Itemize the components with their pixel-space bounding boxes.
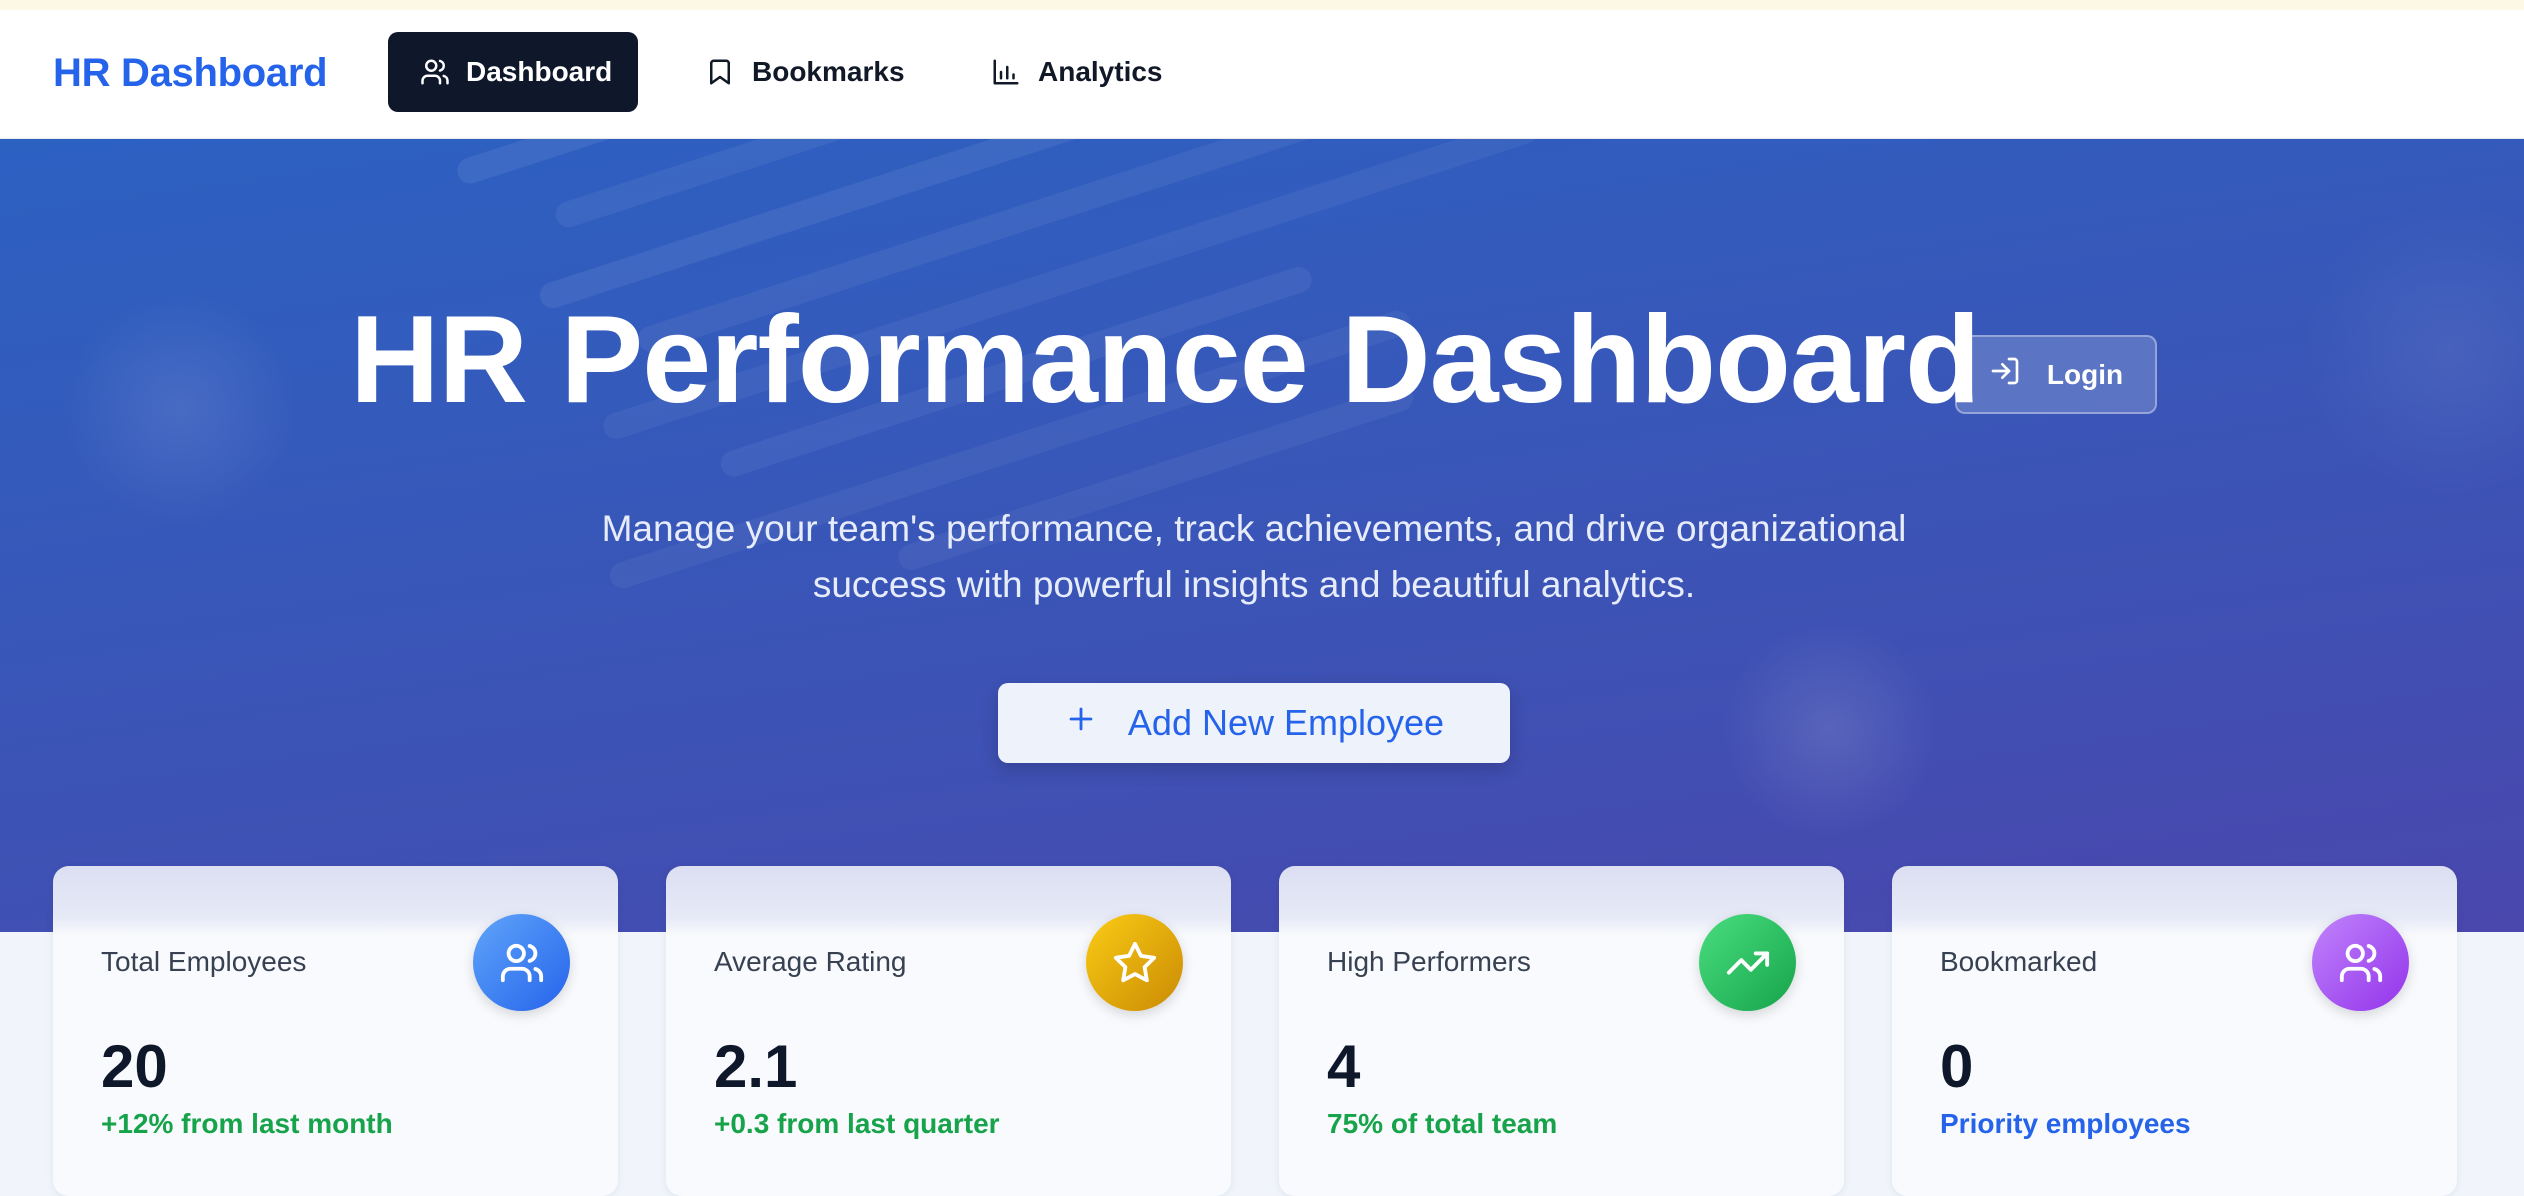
stat-label: Bookmarked [1940, 946, 2098, 977]
nav-dashboard-label: Dashboard [466, 56, 613, 87]
hero-subtitle: Manage your team's performance, track ac… [480, 501, 2028, 613]
plus-icon [1064, 702, 1098, 745]
login-label: Login [2046, 358, 2124, 390]
stat-card-high-performers: High Performers 4 75% of total team [1279, 866, 1844, 1196]
stat-label: Total Employees [101, 946, 307, 977]
add-employee-button[interactable]: Add New Employee [998, 683, 1510, 763]
stat-label: Average Rating [714, 946, 907, 977]
decorative-glow [60, 289, 300, 529]
hero-subtitle-line: Manage your team's performance, track ac… [601, 508, 1907, 549]
stat-card-bookmarked: Bookmarked 0 Priority employees [1892, 866, 2457, 1196]
stat-label: High Performers [1327, 946, 1531, 977]
stat-change: +0.3 from last quarter [714, 1108, 1000, 1139]
bookmark-icon [704, 56, 736, 88]
bar-chart-icon [990, 56, 1022, 88]
navbar: HR Dashboard Dashboard Bookmarks Analyti… [0, 10, 2524, 139]
stat-value: 20 [101, 1033, 168, 1100]
users-icon [420, 56, 450, 88]
nav-analytics-button[interactable]: Analytics [958, 32, 1195, 112]
stat-change: 75% of total team [1327, 1108, 1558, 1139]
add-employee-label: Add New Employee [1127, 702, 1445, 743]
stat-card-average-rating: Average Rating 2.1 +0.3 from last quarte… [666, 866, 1231, 1196]
top-strip [0, 0, 2524, 10]
decorative-glow [1720, 619, 1940, 839]
brand-logo[interactable]: HR Dashboard [53, 51, 328, 96]
stat-value: 4 [1327, 1033, 1361, 1100]
stat-change: +12% from last month [101, 1108, 393, 1139]
stat-value: 0 [1940, 1033, 1974, 1100]
nav-bookmarks-button[interactable]: Bookmarks [672, 32, 937, 112]
login-button[interactable]: Login [1955, 335, 2157, 414]
hero-section: HR Performance Dashboard Login Manage yo… [0, 139, 2524, 932]
nav-dashboard-button[interactable]: Dashboard [388, 32, 638, 112]
nav-bookmarks-label: Bookmarks [752, 56, 905, 87]
hero-title: HR Performance Dashboard [350, 291, 1981, 429]
nav-analytics-label: Analytics [1038, 56, 1163, 87]
login-icon [1989, 355, 2021, 394]
users-icon [473, 914, 570, 1011]
users-icon [2312, 914, 2409, 1011]
trending-up-icon [1699, 914, 1796, 1011]
stat-value: 2.1 [714, 1033, 798, 1100]
star-icon [1086, 914, 1183, 1011]
hero-subtitle-line: success with powerful insights and beaut… [812, 564, 1696, 605]
stat-change: Priority employees [1940, 1108, 2191, 1139]
decorative-glow [2300, 199, 2524, 499]
stat-card-total-employees: Total Employees 20 +12% from last month [53, 866, 618, 1196]
